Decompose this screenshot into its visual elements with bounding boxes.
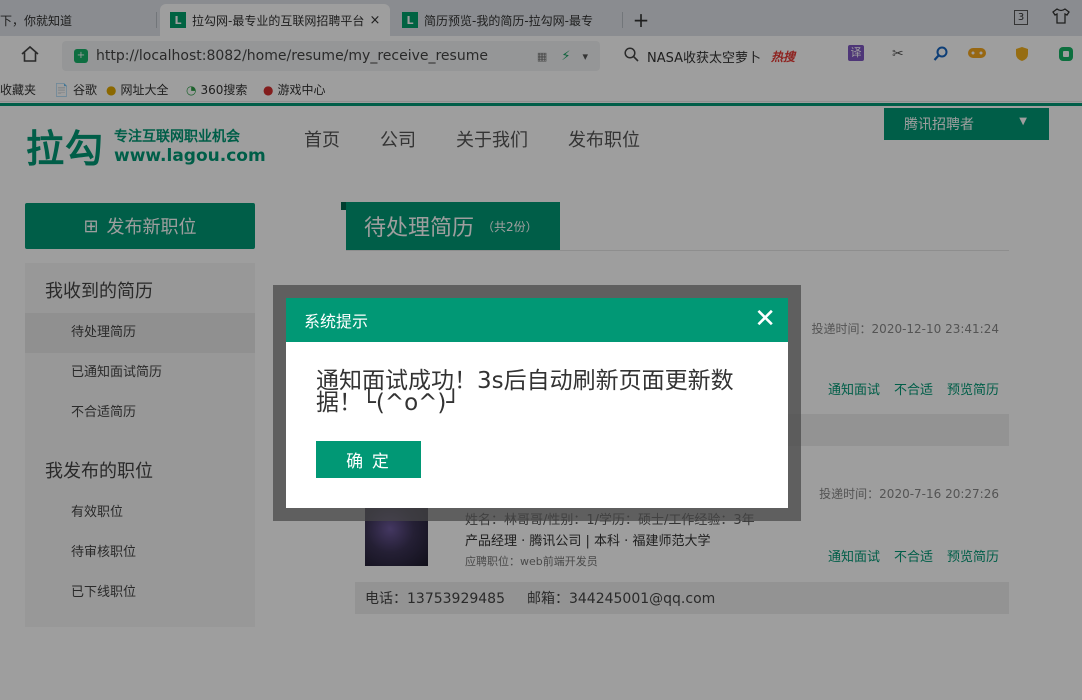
system-dialog: 系统提示 ✕ 通知面试成功！3s后自动刷新页面更新数据！└(^o^)┘ 确 定 bbox=[286, 298, 788, 508]
dialog-message: 通知面试成功！3s后自动刷新页面更新数据！└(^o^)┘ bbox=[316, 368, 734, 416]
dialog-header: 系统提示 ✕ bbox=[286, 298, 788, 342]
confirm-button[interactable]: 确 定 bbox=[316, 441, 421, 478]
close-icon[interactable]: ✕ bbox=[754, 306, 776, 332]
dialog-title: 系统提示 bbox=[304, 312, 369, 331]
